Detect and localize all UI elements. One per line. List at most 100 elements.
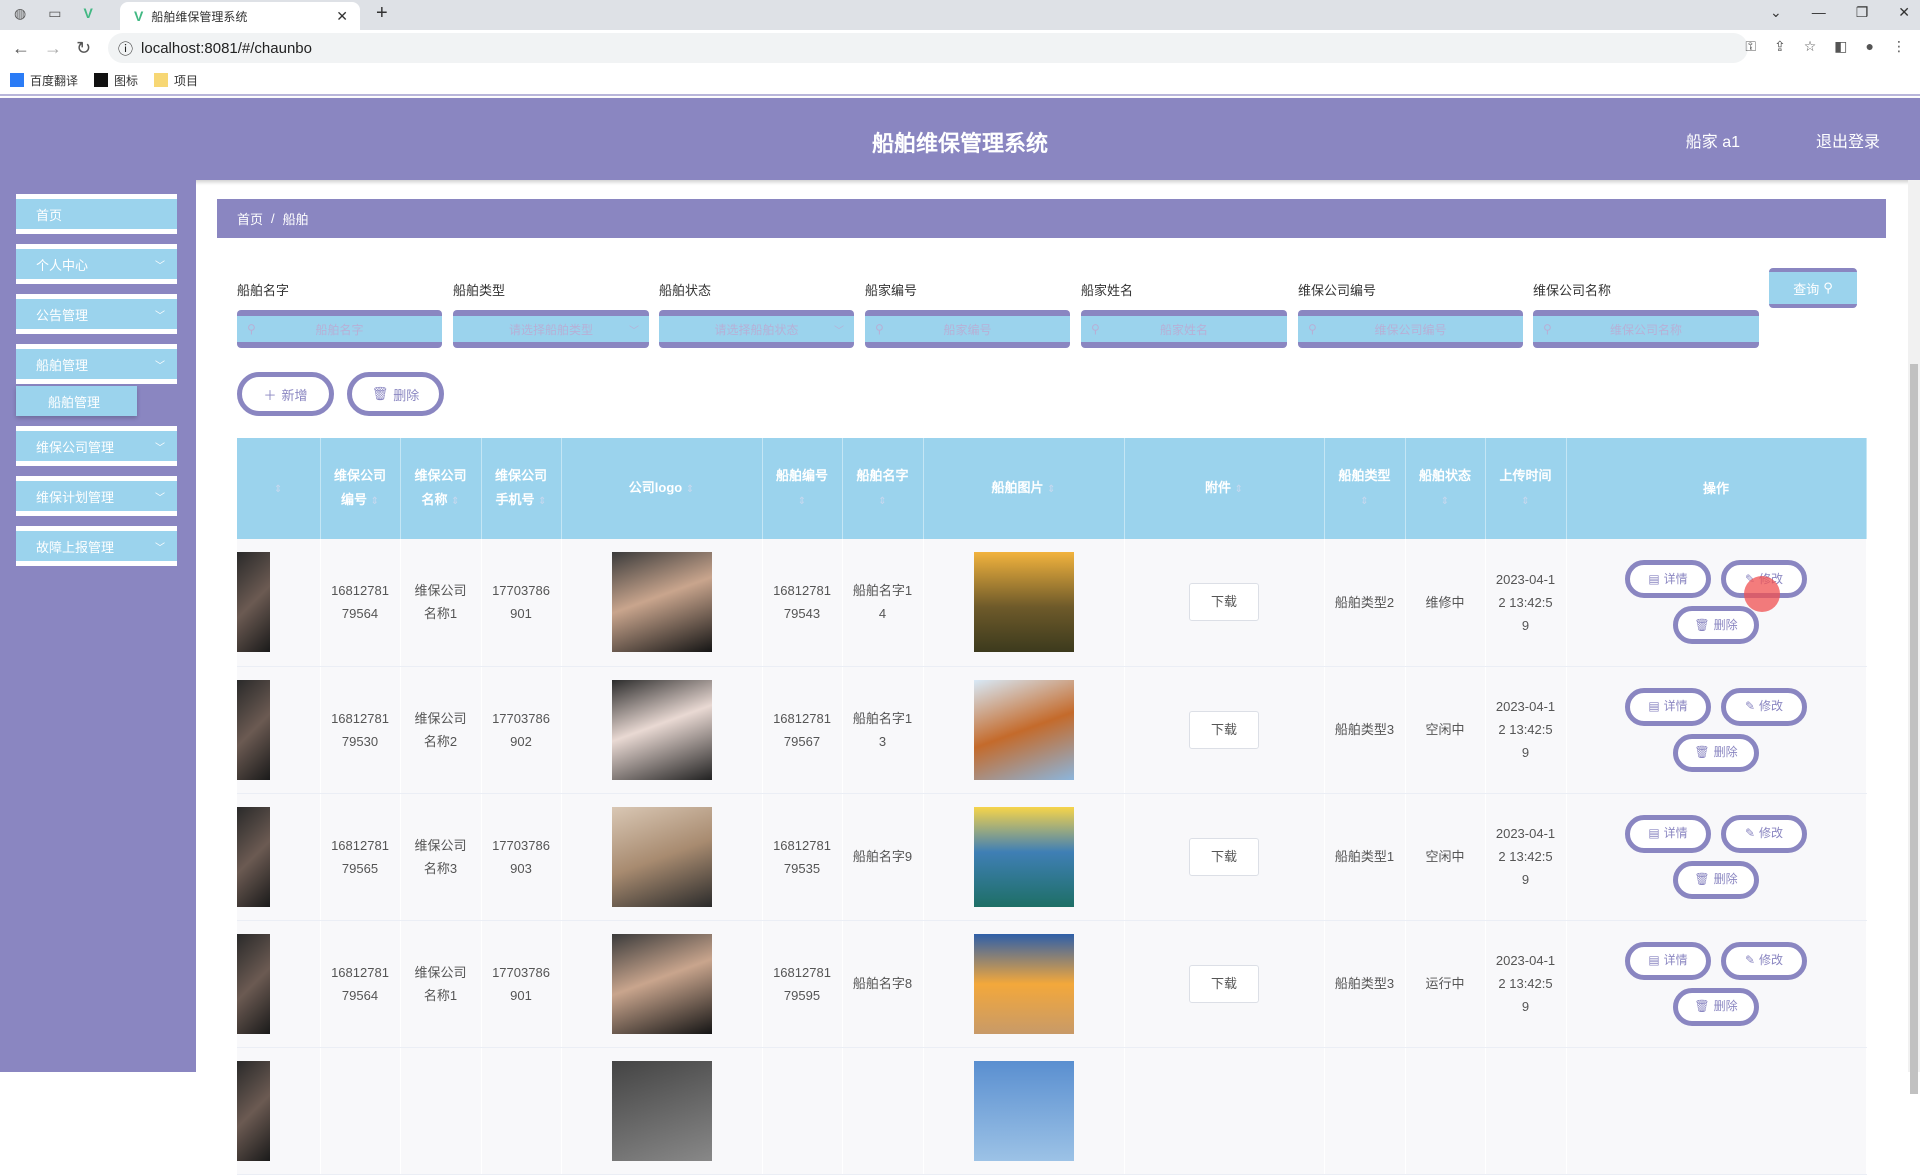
search-select[interactable]: 请选择船舶状态 ﹀ (659, 310, 854, 348)
sort-icon[interactable]: ⇕ (538, 496, 546, 507)
query-button[interactable]: 查询 ⚲ (1769, 268, 1857, 308)
column-header[interactable]: 维保公司手机号 ⇕ (481, 438, 562, 539)
delete-button[interactable]: 🗑 删除 (1673, 606, 1759, 645)
sort-icon[interactable]: ⇕ (1235, 484, 1243, 495)
reload-icon[interactable]: ↻ (76, 38, 96, 59)
globe-icon[interactable]: ◍ (14, 5, 26, 22)
sort-icon[interactable]: ⇕ (686, 484, 694, 495)
star-icon[interactable]: ☆ (1804, 38, 1817, 55)
scrollbar-thumb[interactable] (1910, 364, 1918, 1094)
browser-tab[interactable]: V 船舶维保管理系统 ✕ (120, 2, 360, 30)
column-header[interactable]: 船舶编号 ⇕ (762, 438, 843, 539)
phone-cell: 17703786902 (481, 666, 562, 794)
vue-icon[interactable]: V (83, 5, 92, 22)
window-icon[interactable]: ▭ (48, 5, 61, 22)
column-header[interactable]: 维保公司名称 ⇕ (400, 438, 482, 539)
upload-time-cell: 2023-04-12 13:42:59 (1485, 920, 1567, 1048)
sidebar-item-home[interactable]: 首页 (16, 194, 177, 234)
sort-icon[interactable]: ⇕ (371, 496, 379, 507)
scrollbar[interactable] (1908, 180, 1920, 1094)
column-header[interactable]: ⇕ (237, 438, 321, 539)
menu-icon[interactable]: ⋮ (1892, 38, 1906, 55)
sort-icon[interactable]: ⇕ (878, 496, 886, 507)
sort-icon[interactable]: ⇕ (451, 496, 459, 507)
column-header[interactable]: 公司logo ⇕ (561, 438, 763, 539)
column-header[interactable]: 上传时间 ⇕ (1485, 438, 1567, 539)
sidebar-item-personal[interactable]: 个人中心 ﹀ (16, 244, 177, 284)
search-input[interactable]: ⚲ 维保公司名称 (1533, 310, 1759, 348)
sidebar-item-ship[interactable]: 船舶管理 ﹀ (16, 344, 177, 384)
sort-icon[interactable]: ⇕ (1521, 496, 1529, 507)
sidebar-item-plan[interactable]: 维保计划管理 ﹀ (16, 476, 177, 516)
upload-time-cell: 2023-04-12 13:42:59 (1485, 666, 1567, 794)
sort-icon[interactable]: ⇕ (274, 484, 282, 495)
sidebar-item-fault[interactable]: 故障上报管理 ﹀ (16, 526, 177, 566)
add-button[interactable]: ＋新增 (237, 372, 334, 416)
column-header[interactable]: 附件 ⇕ (1124, 438, 1325, 539)
search-input[interactable]: ⚲ 维保公司编号 (1298, 310, 1523, 348)
bookmark-baidu-translate[interactable]: 百度翻译 (10, 72, 78, 89)
delete-button[interactable]: 🗑 删除 (1673, 733, 1759, 772)
download-button[interactable]: 下载 (1189, 710, 1259, 749)
plus-icon: ＋ (263, 387, 277, 403)
edit-button[interactable]: ✎修改 (1721, 687, 1807, 726)
sort-icon[interactable]: ⇕ (1441, 496, 1449, 507)
download-button[interactable]: 下载 (1189, 583, 1259, 622)
download-button[interactable]: 下载 (1189, 964, 1259, 1003)
sidebar-subitem-ship[interactable]: 船舶管理 (16, 386, 137, 416)
close-icon[interactable]: ✕ (336, 8, 348, 25)
breadcrumb-home[interactable]: 首页 (237, 209, 263, 228)
status-cell: 运行中 (1405, 920, 1486, 1048)
phone-cell (481, 1047, 562, 1175)
close-window-icon[interactable]: ✕ (1898, 4, 1910, 21)
chevron-down-icon[interactable]: ⌄ (1770, 4, 1782, 21)
back-icon[interactable]: ← (12, 38, 32, 59)
column-header[interactable]: 船舶名字 ⇕ (842, 438, 924, 539)
minimize-icon[interactable]: — (1812, 4, 1826, 21)
edit-icon: ✎ (1744, 953, 1756, 967)
sort-icon[interactable]: ⇕ (1360, 496, 1368, 507)
cell-text: 17703786902 (492, 710, 550, 749)
search-input[interactable]: ⚲ 船家编号 (865, 310, 1070, 348)
search-input[interactable]: ⚲ 船舶名字 (237, 310, 442, 348)
download-button[interactable]: 下载 (1189, 837, 1259, 876)
sort-icon[interactable]: ⇕ (1047, 484, 1055, 495)
url-input[interactable]: ⓘ localhost:8081/#/chaunbo (108, 33, 1748, 63)
logout-link[interactable]: 退出登录 (1816, 128, 1880, 152)
column-header[interactable]: 维保公司编号 ⇕ (320, 438, 401, 539)
detail-button[interactable]: ▤ 详情 (1625, 814, 1711, 853)
batch-delete-button[interactable]: 🗑 删除 (347, 372, 444, 416)
edit-button[interactable]: ✎修改 (1721, 941, 1807, 980)
detail-button[interactable]: ▤ 详情 (1625, 941, 1711, 980)
search-icon: ⚲ (1308, 322, 1317, 336)
bookmark-label: 百度翻译 (30, 73, 79, 88)
detail-button[interactable]: ▤ 详情 (1625, 687, 1711, 726)
sidebar-item-company[interactable]: 维保公司管理 ﹀ (16, 426, 177, 466)
sidebar-item-label: 维保公司管理 (36, 439, 115, 455)
sort-icon[interactable]: ⇕ (798, 496, 806, 507)
sidebar-item-label: 个人中心 (36, 257, 89, 273)
edit-button[interactable]: ✎修改 (1721, 814, 1807, 853)
profile-icon[interactable]: ● (1866, 38, 1874, 55)
new-tab-icon[interactable]: + (376, 2, 388, 25)
company-logo-image (611, 552, 712, 653)
sidebar-item-notice[interactable]: 公告管理 ﹀ (16, 294, 177, 334)
share-icon[interactable]: ⇪ (1774, 38, 1786, 55)
trash-icon: 🗑 (1694, 872, 1710, 886)
column-header[interactable]: 船舶状态 ⇕ (1405, 438, 1486, 539)
column-header[interactable]: 船舶类型 ⇕ (1324, 438, 1406, 539)
delete-button[interactable]: 🗑 删除 (1673, 987, 1759, 1026)
search-select[interactable]: 请选择船舶类型 ﹀ (453, 310, 649, 348)
forward-icon[interactable]: → (44, 38, 64, 59)
delete-button[interactable]: 🗑 删除 (1673, 860, 1759, 899)
address-bar-row: ← → ↻ ⓘ localhost:8081/#/chaunbo ⚿ ⇪ ☆ ◧ ● ⋮ (0, 30, 1920, 66)
sidepanel-icon[interactable]: ◧ (1834, 38, 1847, 55)
thumbnail-image (237, 679, 270, 780)
key-icon[interactable]: ⚿ (1745, 38, 1756, 55)
detail-button[interactable]: ▤ 详情 (1625, 560, 1711, 599)
bookmark-project[interactable]: 项目 (154, 72, 198, 89)
column-header[interactable]: 船舶图片 ⇕ (923, 438, 1125, 539)
bookmark-icons[interactable]: 图标 (94, 72, 138, 89)
restore-icon[interactable]: ❐ (1856, 4, 1869, 21)
search-input[interactable]: ⚲ 船家姓名 (1081, 310, 1287, 348)
